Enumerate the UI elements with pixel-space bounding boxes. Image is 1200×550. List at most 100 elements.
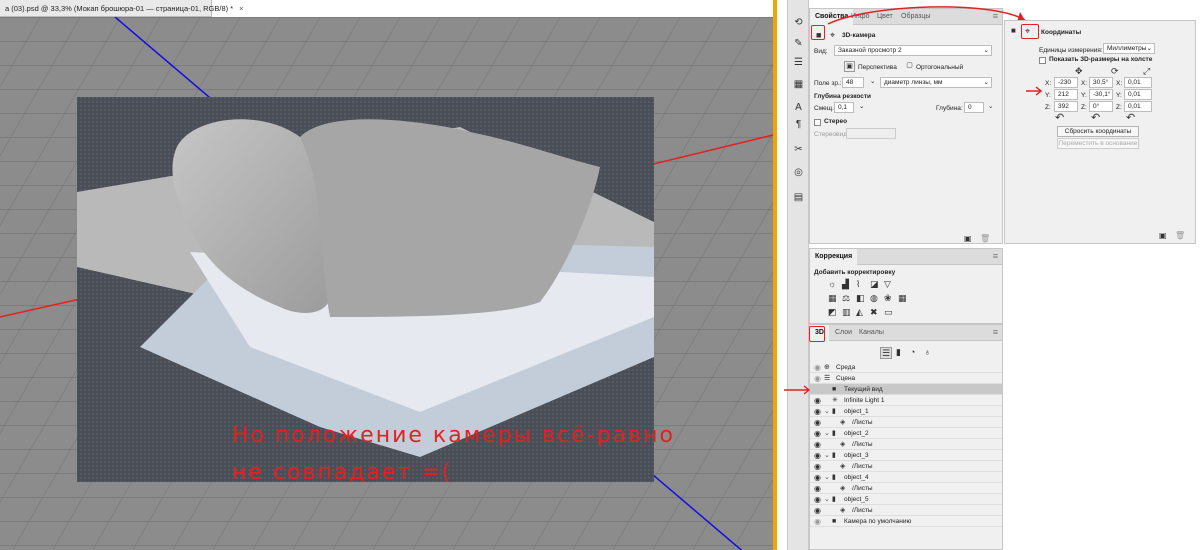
- vibrance-icon[interactable]: ▽: [884, 279, 891, 289]
- layer-row-scene[interactable]: ◉ ☰ Сцена: [810, 373, 1002, 384]
- layer-row-object[interactable]: ◉ ⌄ ▮ object_5: [810, 494, 1002, 505]
- filter-light-icon[interactable]: ♁: [924, 347, 931, 357]
- layer-row-material[interactable]: ◉ ◈ /Листы: [810, 417, 1002, 428]
- scale-icon[interactable]: ⤢: [1143, 66, 1150, 76]
- filter-scene-icon[interactable]: ☰: [880, 347, 892, 359]
- chevron-down-icon[interactable]: ⌄: [824, 406, 830, 417]
- close-icon[interactable]: ×: [239, 4, 243, 13]
- visibility-icon[interactable]: ◉: [814, 483, 821, 494]
- z-pos-input[interactable]: 392: [1054, 101, 1078, 112]
- rotate-icon[interactable]: ⟳: [1111, 66, 1119, 76]
- orthographic-icon[interactable]: ▢: [904, 61, 915, 72]
- filter-material-icon[interactable]: ◔: [910, 347, 915, 357]
- reset-rotation-icon[interactable]: ↶: [1091, 113, 1100, 124]
- bw-icon[interactable]: ◧: [856, 293, 865, 303]
- camera-mode-icon[interactable]: ■: [1011, 26, 1016, 36]
- visibility-icon[interactable]: ◉: [814, 516, 821, 527]
- reset-position-icon[interactable]: ↶: [1055, 113, 1064, 124]
- photo-filter-icon[interactable]: ◍: [870, 293, 878, 303]
- canvas-scrollbar[interactable]: [773, 0, 777, 550]
- reset-scale-icon[interactable]: ↶: [1126, 113, 1135, 124]
- y-pos-input[interactable]: 212: [1054, 89, 1078, 100]
- visibility-icon[interactable]: ◉: [814, 439, 821, 450]
- x-scale-input[interactable]: 0,01: [1124, 77, 1152, 88]
- adjustments-menu-icon[interactable]: ≡: [993, 252, 998, 261]
- exposure-icon[interactable]: ◪: [870, 279, 879, 289]
- selective-color-icon[interactable]: ✖: [870, 307, 878, 317]
- render-icon-2[interactable]: ▣: [1159, 231, 1167, 241]
- x-pos-input[interactable]: -230: [1054, 77, 1078, 88]
- offset-input[interactable]: 0,1: [834, 102, 854, 113]
- show3d-checkbox[interactable]: [1039, 57, 1046, 64]
- timeline-icon[interactable]: ▤: [791, 191, 806, 204]
- depth-input[interactable]: 0: [964, 102, 984, 113]
- visibility-icon[interactable]: ◉: [814, 472, 821, 483]
- tab-adjustments[interactable]: Коррекция: [810, 249, 858, 265]
- lens-select[interactable]: диаметр линзы, мм ⌄: [880, 77, 992, 88]
- visibility-icon[interactable]: ◉: [814, 373, 821, 384]
- character-icon[interactable]: A: [791, 101, 806, 114]
- fov-dropdown-icon[interactable]: ⌄: [867, 77, 875, 88]
- libraries-icon[interactable]: ◎: [791, 166, 806, 179]
- layer-row-material[interactable]: ◉ ◈ /Листы: [810, 505, 1002, 516]
- offset-dropdown-icon[interactable]: ⌄: [856, 102, 866, 113]
- perspective-label[interactable]: Перспектива: [858, 64, 897, 71]
- units-select[interactable]: Миллиметры ⌄: [1103, 43, 1155, 54]
- layer-row-object[interactable]: ◉ ⌄ ▮ object_2: [810, 428, 1002, 439]
- color-lookup-icon[interactable]: ▦: [898, 293, 907, 303]
- stereo-view-select[interactable]: [846, 128, 896, 139]
- brightness-icon[interactable]: ☼: [828, 279, 836, 289]
- hue-icon[interactable]: ▦: [828, 293, 837, 303]
- visibility-icon[interactable]: ◉: [814, 461, 821, 472]
- posterize-icon[interactable]: ▥: [842, 307, 851, 317]
- layer-row-light[interactable]: ◉ ✳ Infinite Light 1: [810, 395, 1002, 406]
- trash-icon[interactable]: 🗑: [980, 234, 990, 244]
- layer-row-object[interactable]: ◉ ⌄ ▮ object_1: [810, 406, 1002, 417]
- z-scale-input[interactable]: 0,01: [1124, 101, 1152, 112]
- visibility-icon[interactable]: ◉: [814, 428, 821, 439]
- layer-row-material[interactable]: ◉ ◈ /Листы: [810, 439, 1002, 450]
- curves-icon[interactable]: ⌇: [856, 279, 860, 289]
- sliders-icon[interactable]: ☰: [791, 56, 806, 69]
- layer-comps-icon[interactable]: ▦: [791, 78, 806, 91]
- render-icon[interactable]: ▣: [964, 234, 972, 244]
- visibility-icon[interactable]: ◉: [814, 417, 821, 428]
- visibility-icon[interactable]: ◉: [814, 494, 821, 505]
- visibility-icon[interactable]: ◉: [814, 450, 821, 461]
- z-rot-input[interactable]: 0°: [1089, 101, 1113, 112]
- perspective-icon[interactable]: ▣: [844, 61, 855, 72]
- visibility-icon[interactable]: ◉: [814, 395, 821, 406]
- stereo-checkbox[interactable]: [814, 119, 821, 126]
- history-icon[interactable]: ⟲: [791, 16, 806, 29]
- chevron-down-icon[interactable]: ⌄: [824, 428, 830, 439]
- move-icon[interactable]: ✥: [1075, 66, 1083, 76]
- trash-icon-2[interactable]: 🗑: [1175, 231, 1185, 241]
- layer-row-environment[interactable]: ◉ ⊕ Среда: [810, 362, 1002, 373]
- visibility-icon[interactable]: ◉: [814, 505, 821, 516]
- visibility-icon[interactable]: ◉: [814, 406, 821, 417]
- visibility-icon[interactable]: ◉: [814, 362, 821, 373]
- y-scale-input[interactable]: 0,01: [1124, 89, 1152, 100]
- gradient-map-icon[interactable]: ▭: [884, 307, 893, 317]
- layer-row-default-camera[interactable]: ◉ ■ Камера по умолчанию: [810, 516, 1002, 527]
- depth-dropdown-icon[interactable]: ⌄: [985, 102, 993, 113]
- y-rot-input[interactable]: -30,1°: [1089, 89, 1113, 100]
- balance-icon[interactable]: ⚖: [842, 293, 850, 303]
- chevron-down-icon[interactable]: ⌄: [824, 494, 830, 505]
- levels-icon[interactable]: ▟: [842, 279, 849, 289]
- chevron-down-icon[interactable]: ⌄: [824, 450, 830, 461]
- reset-coordinates-button[interactable]: Сбросить координаты: [1057, 126, 1139, 137]
- brush-icon[interactable]: ✎: [791, 37, 806, 50]
- filter-mesh-icon[interactable]: ▮: [896, 347, 901, 357]
- move-to-ground-button[interactable]: Переместить в основание: [1057, 138, 1139, 149]
- layer-row-object[interactable]: ◉ ⌄ ▮ object_4: [810, 472, 1002, 483]
- tab-layers[interactable]: Слои: [830, 325, 857, 341]
- layer-row-object[interactable]: ◉ ⌄ ▮ object_3: [810, 450, 1002, 461]
- chevron-down-icon[interactable]: ⌄: [824, 472, 830, 483]
- invert-icon[interactable]: ◩: [828, 307, 837, 317]
- canvas-viewport[interactable]: Но положение камеры всё-равно не совпада…: [0, 17, 773, 550]
- x-rot-input[interactable]: 30,5°: [1089, 77, 1113, 88]
- tab-channels[interactable]: Каналы: [854, 325, 889, 341]
- tools-icon[interactable]: ✂: [791, 143, 806, 156]
- layer-row-current-view[interactable]: ■ Текущий вид: [810, 384, 1002, 395]
